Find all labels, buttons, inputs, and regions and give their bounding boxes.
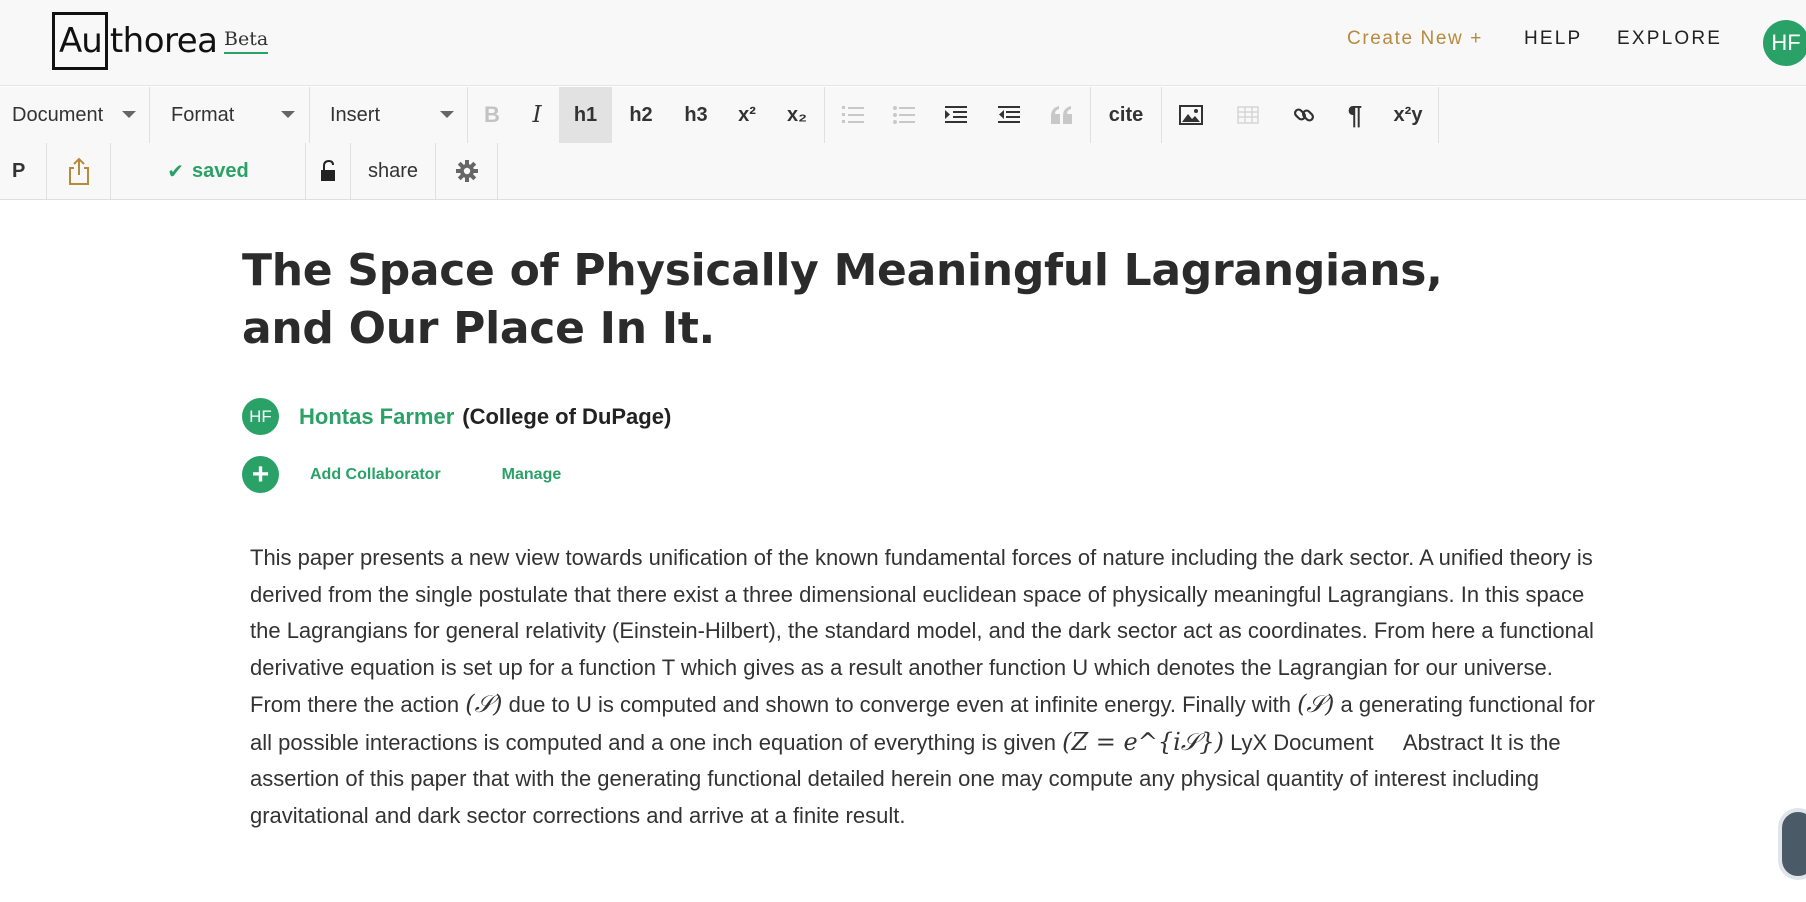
outdent-button[interactable]	[982, 87, 1036, 143]
document-menu-label: Document	[12, 103, 104, 126]
share-button[interactable]: share	[352, 143, 434, 199]
authorea-logo[interactable]: Au thorea	[52, 12, 218, 70]
create-new-link[interactable]: Create New +	[1347, 28, 1483, 50]
blockquote-button[interactable]	[1036, 87, 1088, 143]
format-menu[interactable]: Format	[159, 87, 307, 143]
chevron-down-icon	[122, 111, 136, 118]
author-avatar[interactable]: HF	[242, 398, 279, 435]
unlock-icon	[321, 160, 335, 181]
plus-icon[interactable]: +	[242, 456, 279, 493]
save-status: ✔ saved	[112, 143, 304, 199]
math-s: (𝒮)	[1297, 690, 1335, 718]
indent-button[interactable]	[930, 87, 982, 143]
quote-icon	[1051, 106, 1072, 124]
abstract-part-2: due to U is computed and shown to conver…	[508, 692, 1291, 717]
insert-link-button[interactable]	[1278, 87, 1330, 143]
outdent-icon	[998, 106, 1020, 123]
chat-widget-handle[interactable]	[1778, 808, 1806, 880]
paragraph-mode-button[interactable]: P	[0, 143, 46, 199]
logo-box: Au	[52, 12, 108, 70]
insert-menu-label: Insert	[330, 103, 381, 126]
bullet-list-icon	[893, 106, 915, 124]
collaborator-row: + Add Collaborator Manage	[242, 456, 561, 493]
help-link[interactable]: HELP	[1524, 28, 1582, 50]
abstract-text[interactable]: This paper presents a new view towards u…	[250, 540, 1595, 834]
insert-table-button[interactable]	[1220, 87, 1276, 143]
h1-button[interactable]: h1	[559, 87, 612, 143]
link-icon	[1293, 108, 1315, 122]
export-button[interactable]	[48, 143, 110, 199]
equation-button[interactable]: x²y	[1380, 87, 1436, 143]
superscript-button[interactable]: x²	[722, 87, 772, 143]
author-row: HF Hontas Farmer (College of DuPage)	[242, 398, 671, 435]
beta-badge: Beta	[224, 28, 269, 54]
subscript-button[interactable]: x₂	[772, 87, 822, 143]
author-affiliation: (College of DuPage)	[462, 403, 672, 429]
check-icon: ✔	[167, 160, 185, 183]
italic-button[interactable]: I	[515, 87, 559, 143]
insert-image-button[interactable]	[1164, 87, 1218, 143]
chevron-down-icon	[440, 111, 454, 118]
ordered-list-icon	[842, 106, 864, 123]
indent-icon	[945, 106, 967, 123]
user-avatar[interactable]: HF	[1763, 20, 1806, 66]
bold-button[interactable]: B	[469, 87, 515, 143]
share-export-icon	[69, 157, 89, 185]
table-icon	[1237, 106, 1259, 124]
author-name[interactable]: Hontas Farmer	[299, 404, 454, 430]
math-action: (𝒮)	[465, 690, 503, 718]
manage-link[interactable]: Manage	[502, 466, 562, 484]
h2-button[interactable]: h2	[612, 87, 670, 143]
gear-icon	[456, 160, 478, 182]
lock-button[interactable]	[307, 143, 349, 199]
article-title[interactable]: The Space of Physically Meaningful Lagra…	[242, 242, 1542, 358]
h3-button[interactable]: h3	[670, 87, 722, 143]
explore-link[interactable]: EXPLORE	[1617, 28, 1722, 50]
pilcrow-button[interactable]: ¶	[1330, 87, 1380, 143]
document-menu[interactable]: Document	[0, 87, 148, 143]
add-collaborator-link[interactable]: Add Collaborator	[310, 466, 441, 484]
ordered-list-button[interactable]	[828, 87, 878, 143]
format-menu-label: Format	[171, 103, 235, 126]
cite-button[interactable]: cite	[1092, 87, 1160, 143]
insert-menu[interactable]: Insert	[318, 87, 466, 143]
math-z: (Z = e^{i𝒮})	[1062, 727, 1224, 756]
top-navbar: Au thorea Beta Create New + HELP EXPLORE…	[0, 0, 1806, 86]
logo-text: thorea	[109, 21, 218, 61]
settings-button[interactable]	[437, 143, 497, 199]
image-icon	[1179, 105, 1203, 125]
saved-label: saved	[192, 159, 249, 182]
chevron-down-icon	[281, 111, 295, 118]
bullet-list-button[interactable]	[878, 87, 930, 143]
editor-toolbar: Document Format Insert B I h1 h2 h3 x² x…	[0, 87, 1806, 200]
